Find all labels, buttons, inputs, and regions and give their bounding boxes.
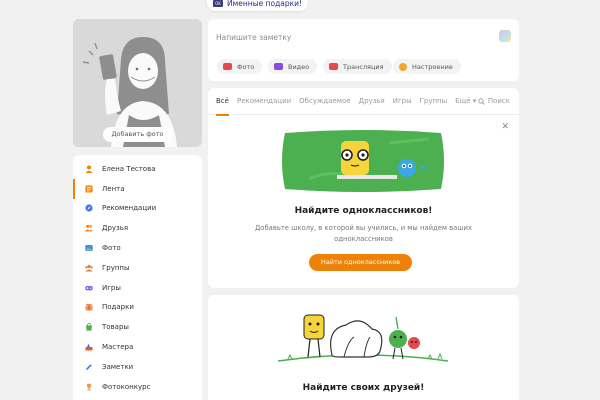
find-friends-card: Найдите своих друзей! [208,295,519,400]
menu-item-label: Елена Тестова [102,164,156,173]
tab-all[interactable]: Всё [216,88,229,116]
menu-item-label: Заметки [102,362,134,371]
classmates-illustration [282,130,444,192]
menu-item-label: Группы [102,263,130,272]
gamepad-icon [85,284,93,292]
mood-chip[interactable]: Настроение [393,59,461,74]
menu-item-groups[interactable]: Группы [73,258,202,278]
friends-illustration [277,314,449,362]
bag-icon [85,323,93,331]
menu-item-label: Подарки [102,303,134,312]
menu-item-masters[interactable]: Мастера [73,337,202,357]
live-chip[interactable]: Трансляция [323,59,392,74]
gift-banner-label: Именные подарки! [227,0,303,8]
find-friends-title: Найдите своих друзей! [302,383,425,393]
search-label: Поиск [487,97,510,105]
feed-tabs: Всё Рекомендации Обсуждаемое Друзья Игры… [208,88,519,116]
groups-icon [85,264,93,272]
menu-item-label: Рекомендации [102,204,157,213]
camera-icon [223,63,232,70]
live-icon [329,63,338,70]
profile-avatar[interactable]: Добавить фото [73,19,202,147]
live-chip-label: Трансляция [343,62,384,71]
photo-icon [85,244,93,252]
menu-item-profile[interactable]: Елена Тестова [73,159,202,179]
gift-tag-icon: OK [213,0,223,7]
pencil-icon [85,363,93,371]
note-input[interactable] [216,31,486,43]
tab-games[interactable]: Игры [393,88,412,115]
gift-icon [85,303,93,311]
video-chip[interactable]: Видео [268,59,318,74]
menu-item-gifts[interactable]: Подарки [73,298,202,318]
post-composer: Фото Видео Трансляция Настроение [208,19,519,81]
trophy-icon [85,383,93,391]
menu-item-label: Фотоконкурс [102,382,151,391]
menu-item-feed[interactable]: Лента [73,178,202,199]
menu-item-notes[interactable]: Заметки [73,357,202,377]
emoji-icon[interactable] [499,30,511,42]
photo-chip-label: Фото [237,62,255,71]
feed-card: Всё Рекомендации Обсуждаемое Друзья Игры… [208,88,519,288]
video-chip-label: Видео [288,62,310,71]
tab-discussed[interactable]: Обсуждаемое [299,88,350,115]
menu-item-photo[interactable]: Фото [73,238,202,258]
photo-chip[interactable]: Фото [217,59,263,74]
menu-item-label: Лента [102,184,125,193]
left-menu: Елена Тестова Лента Рекомендации Друзья … [73,155,202,400]
menu-item-label: Мастера [102,343,134,352]
tab-more[interactable]: Ещё ▾ [455,88,476,115]
tools-icon [85,343,93,351]
menu-item-recommendations[interactable]: Рекомендации [73,199,202,219]
tab-groups[interactable]: Группы [420,88,448,115]
feed-search[interactable]: Поиск [478,88,510,115]
search-icon [478,98,485,105]
mood-icon [399,62,407,71]
menu-item-goods[interactable]: Товары [73,317,202,337]
gift-banner[interactable]: OK Именные подарки! [207,0,309,11]
menu-item-friends[interactable]: Друзья [73,218,202,238]
close-icon[interactable]: ✕ [501,122,509,132]
tab-recommendations[interactable]: Рекомендации [237,88,291,115]
menu-item-photocontest[interactable]: Фотоконкурс [73,377,202,397]
menu-item-games[interactable]: Игры [73,278,202,298]
compass-icon [85,204,93,213]
find-classmates-description: Добавьте школу, в которой вы учились, и … [255,224,472,243]
feed-icon [85,185,93,193]
menu-item-label: Товары [102,323,129,332]
menu-item-label: Игры [102,283,121,292]
menu-item-label: Друзья [102,224,129,233]
menu-item-label: Фото [102,244,121,253]
find-classmates-title: Найдите одноклассников! [294,206,433,216]
tab-friends[interactable]: Друзья [359,88,385,115]
user-icon [85,165,93,173]
mood-chip-label: Настроение [412,62,453,71]
friends-icon [85,224,93,232]
video-icon [274,63,283,70]
add-photo-button[interactable]: Добавить фото [103,127,172,142]
find-classmates-button[interactable]: Найти одноклассников [309,254,412,271]
